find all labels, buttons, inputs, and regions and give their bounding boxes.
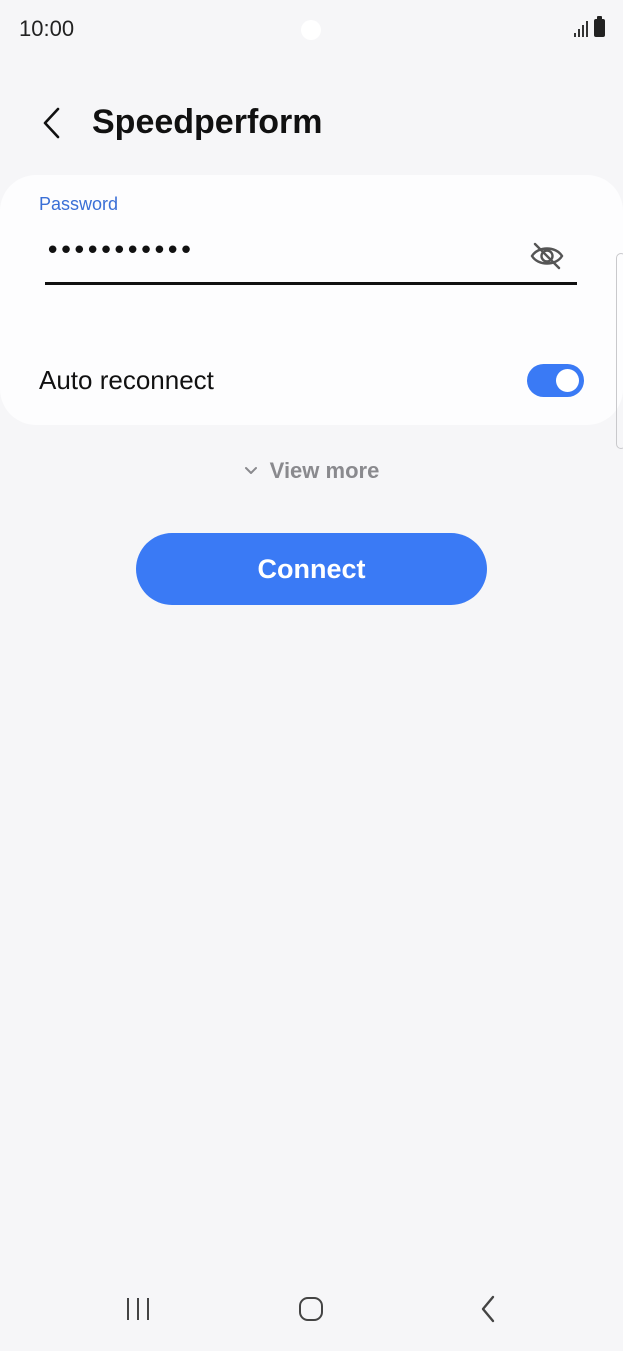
auto-reconnect-row[interactable]: Auto reconnect bbox=[0, 345, 623, 415]
header: Speedperform bbox=[0, 95, 623, 155]
signal-icon bbox=[574, 19, 588, 37]
navigation-bar bbox=[0, 1271, 623, 1351]
auto-reconnect-toggle[interactable] bbox=[527, 364, 584, 397]
password-field[interactable]: ••••••••••• bbox=[45, 230, 577, 285]
chevron-left-icon bbox=[43, 107, 60, 139]
password-label: Password bbox=[39, 194, 119, 214]
status-icons bbox=[574, 16, 605, 37]
connect-button[interactable]: Connect bbox=[136, 533, 487, 605]
auto-reconnect-label: Auto reconnect bbox=[39, 365, 214, 395]
view-more-label: View more bbox=[269, 458, 380, 483]
camera-cutout bbox=[301, 20, 321, 40]
home-icon[interactable] bbox=[293, 1291, 329, 1327]
eye-off-icon bbox=[530, 242, 564, 270]
chevron-down-icon bbox=[244, 467, 257, 474]
toggle-knob bbox=[556, 369, 579, 392]
toggle-password-visibility-button[interactable] bbox=[527, 236, 567, 276]
view-more-button[interactable]: View more bbox=[0, 458, 623, 484]
status-bar: 10:00 bbox=[0, 0, 623, 60]
back-button[interactable] bbox=[28, 95, 76, 151]
recents-icon[interactable] bbox=[120, 1291, 156, 1327]
status-time: 10:00 bbox=[19, 16, 75, 41]
battery-icon bbox=[594, 16, 605, 37]
page-title: Speedperform bbox=[92, 103, 323, 141]
back-icon[interactable] bbox=[470, 1291, 506, 1327]
password-value: ••••••••••• bbox=[45, 236, 194, 266]
settings-card: Password ••••••••••• Auto reconnect bbox=[0, 175, 623, 425]
scroll-indicator[interactable] bbox=[616, 253, 623, 449]
